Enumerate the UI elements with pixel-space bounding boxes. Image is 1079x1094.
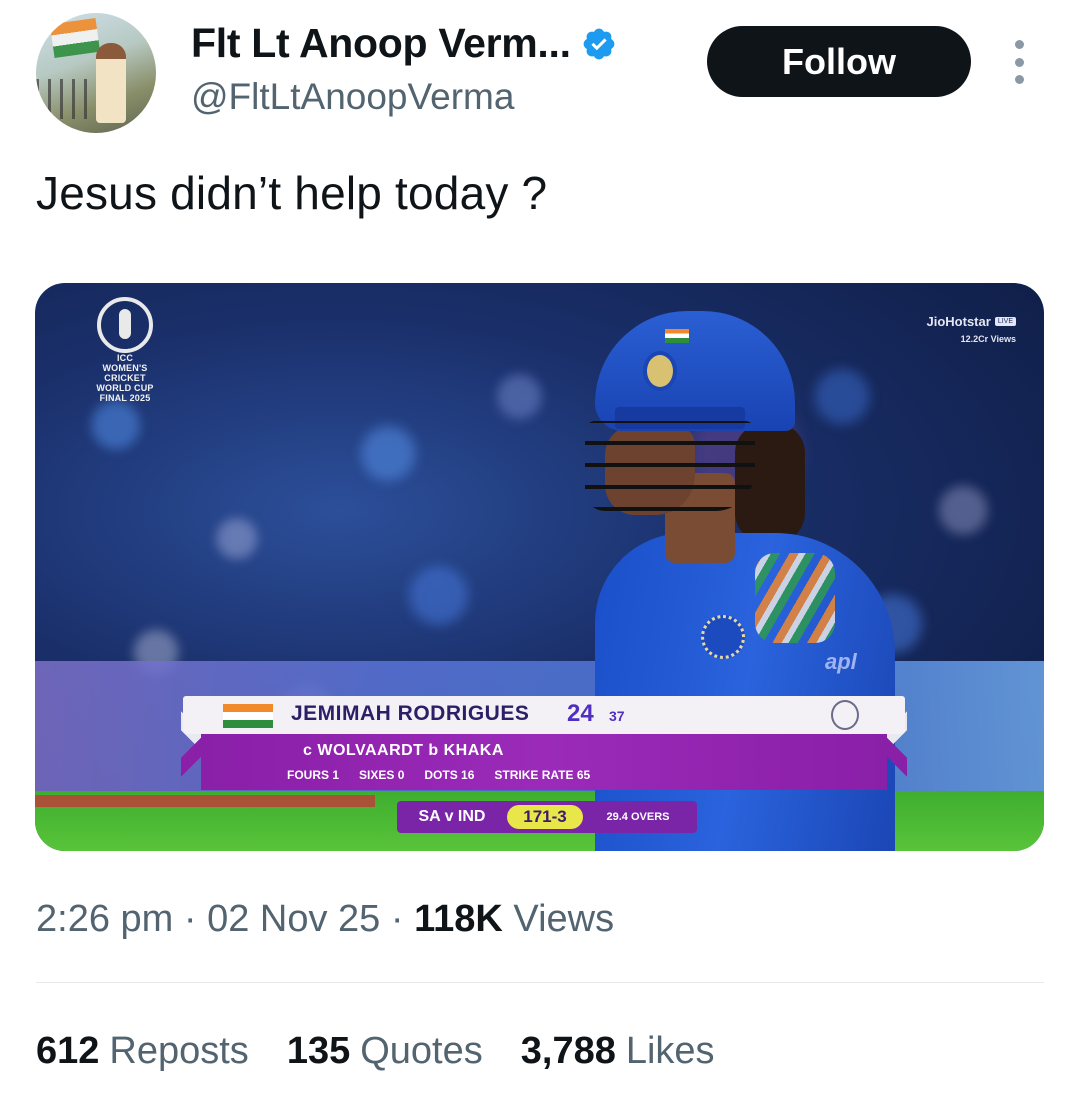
- trophy-emblem-icon: [831, 700, 859, 730]
- stat-fours: FOURS 1: [287, 768, 340, 782]
- avatar-person: [96, 43, 126, 123]
- india-flag-icon: [223, 704, 273, 728]
- match-overs: 29.4 OVERS: [606, 811, 670, 823]
- match-scorebar: SA v IND 171-3 29.4 OVERS: [397, 801, 697, 833]
- author-display-name[interactable]: Flt Lt Anoop Verm...: [191, 20, 571, 67]
- tweet-time[interactable]: 2:26 pm: [36, 898, 173, 940]
- stat-sixes: SIXES 0: [359, 768, 405, 782]
- dismissal-info: c WOLVAARDT b KHAKA: [303, 742, 504, 759]
- reposts-count: 612: [36, 1030, 100, 1072]
- quotes-stat[interactable]: 135 Quotes: [287, 1030, 483, 1073]
- boundary-strip: [35, 795, 375, 807]
- jersey-sponsor: apl: [825, 649, 857, 674]
- batter-balls: 37: [609, 708, 625, 724]
- views-count: 118K: [414, 898, 503, 940]
- verified-badge-icon: [583, 28, 615, 59]
- avatar-flag: [49, 17, 101, 59]
- trophy-icon: [97, 297, 153, 353]
- author-name-row[interactable]: Flt Lt Anoop Verm...: [191, 20, 617, 67]
- more-vertical-icon[interactable]: [1008, 40, 1030, 84]
- quotes-count: 135: [286, 1030, 351, 1072]
- match-teams: SA v IND: [418, 808, 486, 825]
- tournament-logo: ICC WOMEN'S CRICKET WORLD CUP FINAL 2025: [85, 297, 165, 403]
- jersey-crest: [701, 615, 745, 659]
- broadcast-views: 12.2Cr Views: [960, 334, 1016, 344]
- avatar[interactable]: [36, 13, 156, 133]
- reposts-stat[interactable]: 612 Reposts: [36, 1030, 249, 1073]
- likes-count: 3,788: [520, 1030, 616, 1072]
- live-badge: LIVE: [994, 317, 1016, 327]
- broadcaster-watermark: JioHotstar LIVE 12.2Cr Views: [927, 313, 1016, 344]
- follow-button[interactable]: Follow: [707, 26, 971, 97]
- helmet-grille: [585, 421, 755, 511]
- reposts-label: Reposts: [109, 1030, 249, 1072]
- engagement-stats: 612 Reposts 135 Quotes 3,788 Likes: [36, 1030, 715, 1073]
- likes-stat[interactable]: 3,788 Likes: [521, 1030, 715, 1073]
- tweet-meta: 2:26 pm · 02 Nov 25 · 118K Views: [36, 898, 615, 940]
- tweet-media-image[interactable]: apl ICC WOMEN'S CRICKET WORLD CUP FINAL …: [35, 283, 1044, 851]
- author-handle[interactable]: @FltLtAnoopVerma: [191, 76, 514, 118]
- stat-strike-rate: STRIKE RATE 65: [494, 768, 591, 782]
- views-label: Views: [513, 898, 615, 940]
- quotes-label: Quotes: [360, 1030, 483, 1072]
- tweet-text: Jesus didn’t help today ?: [36, 167, 548, 219]
- batter-name: JEMIMAH RODRIGUES: [291, 702, 530, 725]
- likes-label: Likes: [625, 1030, 715, 1072]
- stat-dots: DOTS 16: [424, 768, 475, 782]
- batter-stats: FOURS 1 SIXES 0 DOTS 16 STRIKE RATE 65: [287, 768, 590, 782]
- divider: [36, 982, 1044, 983]
- batter-runs: 24: [567, 700, 594, 727]
- match-score: 171-3: [507, 805, 583, 829]
- tweet-date[interactable]: 02 Nov 25: [207, 898, 380, 940]
- batter-scorecard: JEMIMAH RODRIGUES 24 37 c WOLVAARDT b KH…: [181, 696, 907, 792]
- broadcaster-name: JioHotstar: [926, 314, 991, 329]
